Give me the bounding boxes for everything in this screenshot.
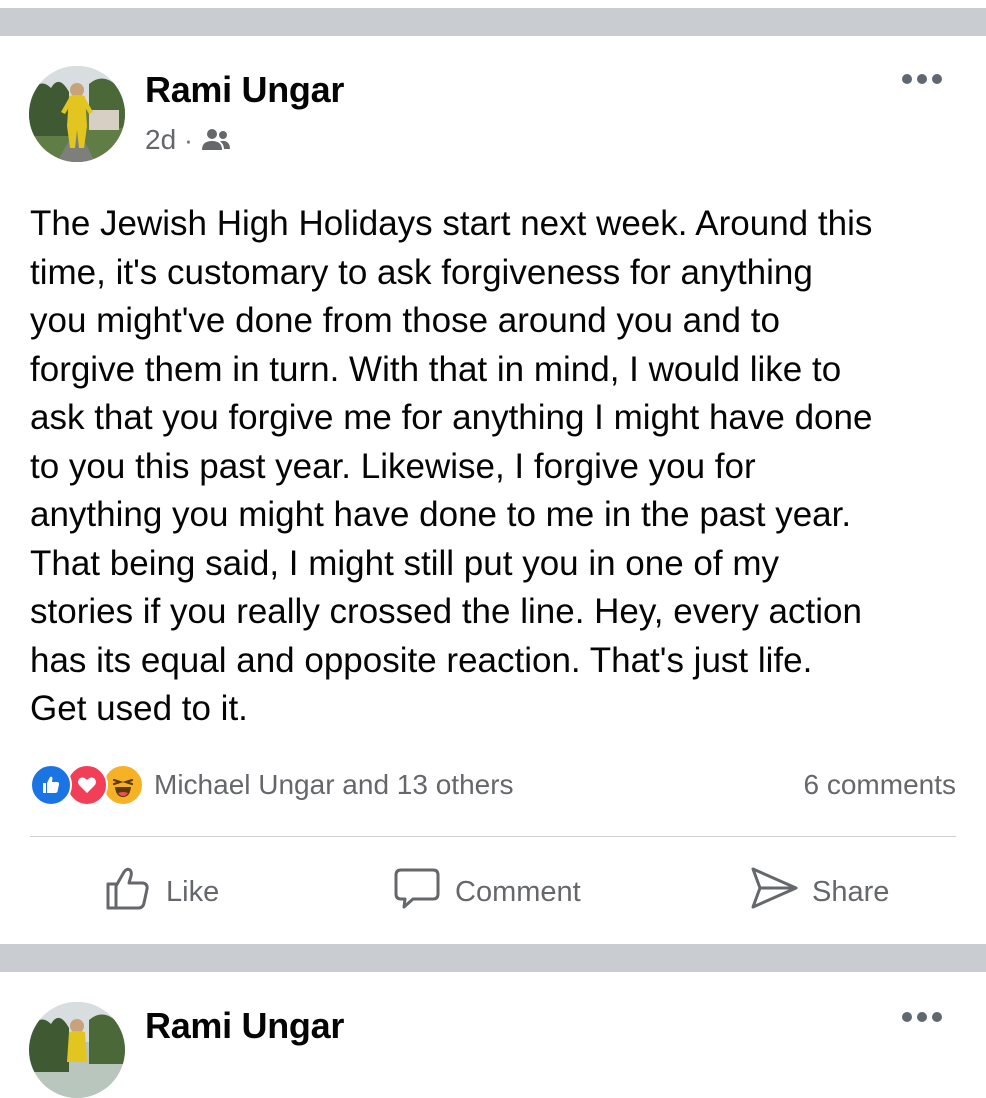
avatar[interactable] [29,1002,125,1098]
feed-separator [0,944,986,972]
feed-post: Rami Ungar [0,972,986,1098]
thumbs-up-icon [104,864,166,920]
more-dot [917,74,927,84]
feed-separator [0,8,986,36]
meta-separator: · [184,124,193,155]
like-reaction-icon [30,764,72,806]
reactions-summary[interactable]: Michael Ungar and 13 others [154,769,514,801]
comment-icon [393,864,455,920]
more-dot [917,1012,927,1022]
like-label: Like [166,875,220,908]
reactions-bar[interactable]: Michael Ungar and 13 others 6 comments [30,763,956,807]
friends-icon [201,128,231,152]
more-dot [902,1012,912,1022]
more-options-icon[interactable] [902,74,942,84]
reaction-icons [30,764,144,806]
love-reaction-icon [66,764,108,806]
more-dot [902,74,912,84]
post-time[interactable]: 2d [145,124,176,156]
comment-button[interactable]: Comment [393,864,581,920]
more-dot [932,74,942,84]
share-button[interactable]: Share [750,864,889,920]
comments-count[interactable]: 6 comments [804,769,957,801]
post-author[interactable]: Rami Ungar [145,70,344,110]
share-label: Share [812,875,890,908]
post-meta: 2d · [145,122,231,158]
post-author[interactable]: Rami Ungar [145,1006,344,1046]
avatar[interactable] [29,66,125,162]
post-actions: Like Comment Share [0,864,986,920]
haha-reaction-icon [102,764,144,806]
like-button[interactable]: Like [104,864,219,920]
divider [30,836,956,837]
more-options-icon[interactable] [902,1012,942,1022]
post-body: The Jewish High Holidays start next week… [30,204,873,728]
feed-post: Rami Ungar 2d · The Jewish High Holidays… [0,36,986,944]
more-dot [932,1012,942,1022]
share-icon [750,864,812,920]
comment-label: Comment [455,875,581,908]
